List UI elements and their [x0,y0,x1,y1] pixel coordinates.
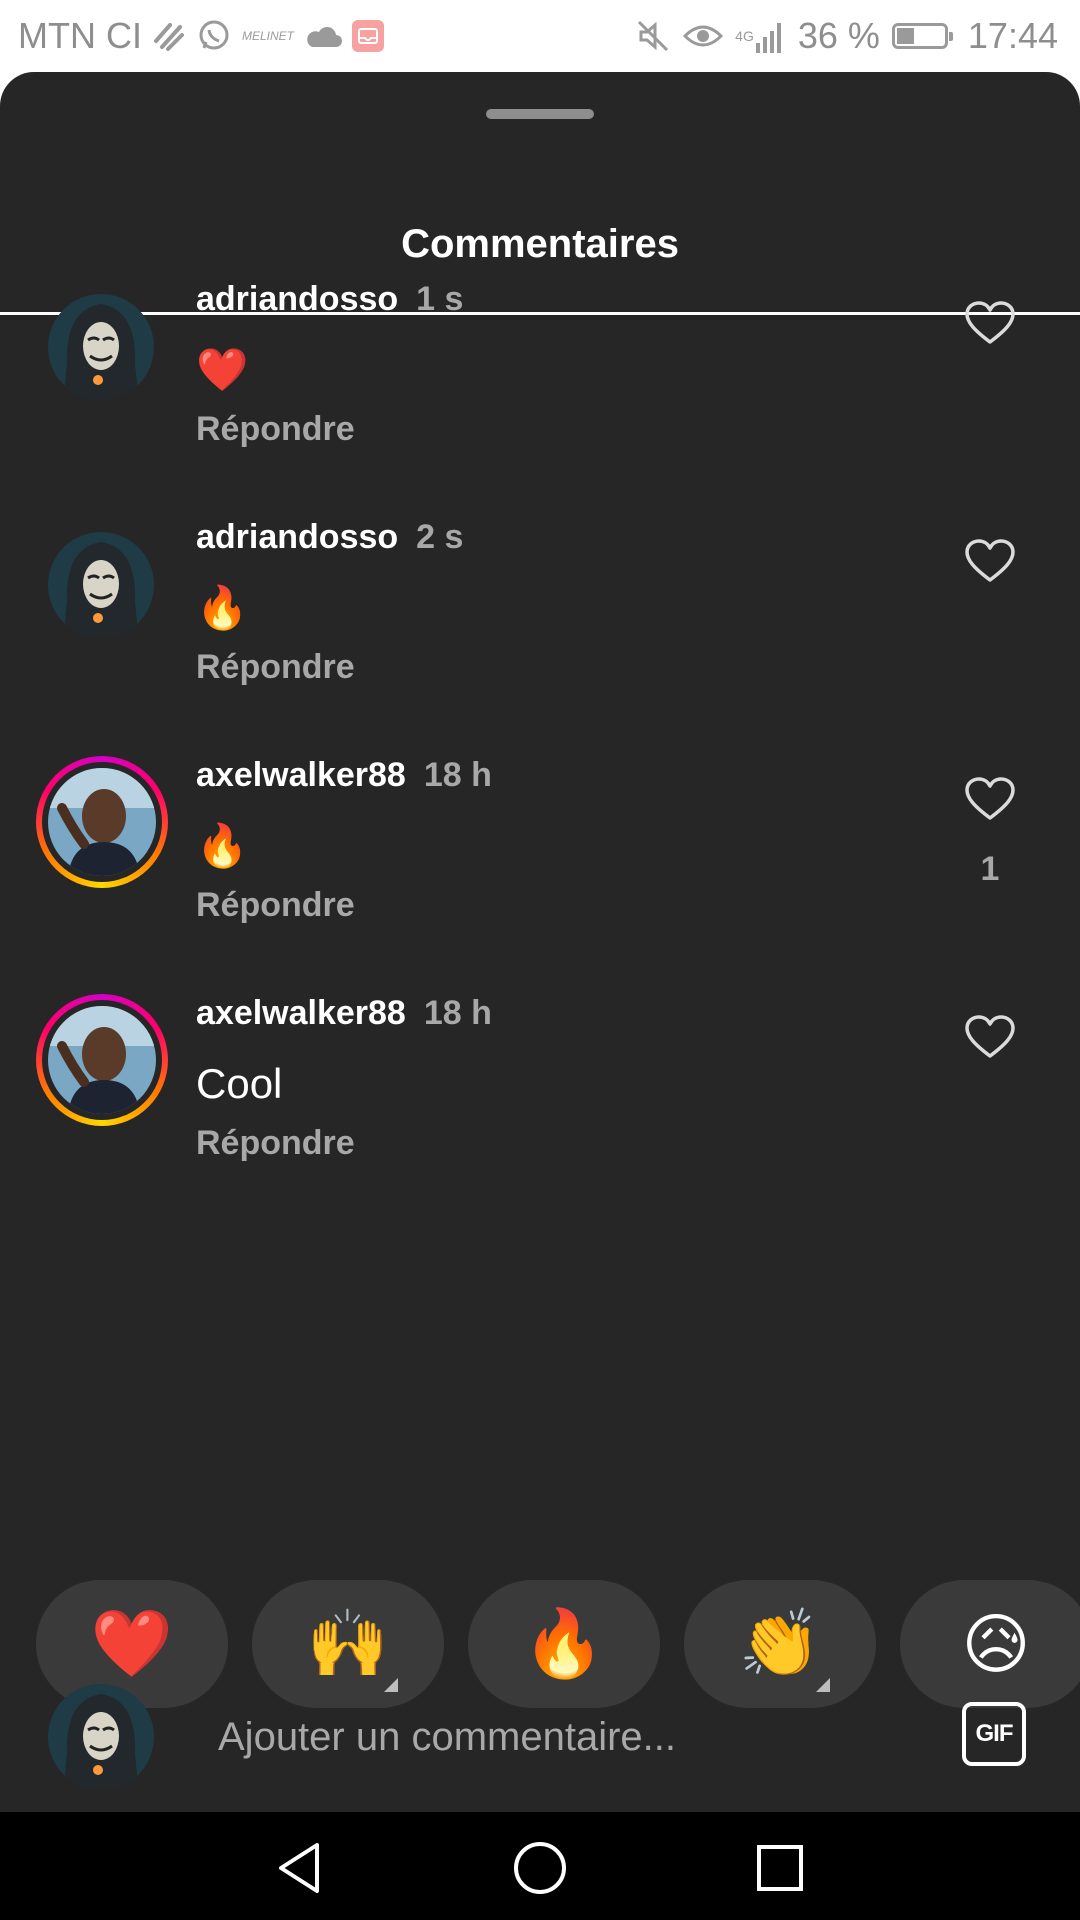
home-icon[interactable] [510,1838,570,1898]
drag-handle[interactable] [486,109,594,119]
signal-icon: 4G [735,19,786,53]
avatar-story-ring[interactable] [36,994,168,1126]
comment-timestamp: 18 h [423,994,492,1032]
comment-item: adriandosso 2 s 🔥 Répondre [0,518,1080,718]
battery-fill [896,28,914,44]
mute-icon [635,18,671,54]
comment-username[interactable]: axelwalker88 [196,756,406,794]
carrier-label: MTN CI [18,15,142,56]
comment-header: axelwalker88 18 h [196,756,492,795]
comment-username[interactable]: axelwalker88 [196,994,406,1032]
comment-header: adriandosso 1 s [196,280,463,319]
like-heart-icon[interactable] [964,776,1016,822]
comment-timestamp: 2 s [416,518,464,556]
comments-sheet: Commentaires adriandosso 1 s ❤️ Répondre adr… [0,72,1080,1812]
comment-header: axelwalker88 18 h [196,994,492,1033]
comment-username[interactable]: adriandosso [196,280,398,318]
avatar [48,1006,156,1114]
comment-text: Cool [196,1060,283,1107]
like-heart-icon[interactable] [964,538,1016,584]
clock: 17:44 [967,15,1058,56]
swirl-icon [152,19,186,53]
gif-button[interactable]: GIF [962,1702,1026,1766]
reply-button[interactable]: Répondre [196,410,355,449]
like-heart-icon[interactable] [964,300,1016,346]
status-bar: MTN CI MELINET 4G 36 % 17:44 [0,0,1080,72]
comment-timestamp: 18 h [423,756,492,794]
avatar[interactable] [48,294,154,400]
comment-text: 🔥 [196,584,249,631]
comment-item: axelwalker88 18 h Cool Répondre [0,994,1080,1194]
comment-composer: GIF [0,1672,1080,1812]
sheet-title: Commentaires [401,222,679,266]
like-count[interactable]: 1 [964,850,1016,889]
sad-face-emoji-icon: 😥 [961,1606,1031,1681]
reply-button[interactable]: Répondre [196,648,355,687]
battery-percent: 36 % [797,15,880,56]
avatar-story-ring[interactable] [36,756,168,888]
avatar[interactable] [48,532,154,638]
comment-text: ❤️ [196,346,249,393]
comment-username[interactable]: adriandosso [196,518,398,556]
back-icon[interactable] [270,1838,330,1898]
gallery-icon [352,20,384,52]
comment-item: adriandosso 1 s ❤️ Répondre [0,280,1080,480]
comment-text: 🔥 [196,822,249,869]
like-heart-icon[interactable] [964,1014,1016,1060]
comment-timestamp: 1 s [416,280,464,318]
app-icon: MELINET [241,29,294,43]
avatar [48,768,156,876]
whatsapp-icon [196,18,232,54]
eye-icon [683,21,724,51]
navigation-bar [0,1812,1080,1920]
recents-icon[interactable] [750,1838,810,1898]
comment-item: axelwalker88 18 h 🔥 Répondre 1 [0,756,1080,956]
current-user-avatar [48,1684,154,1790]
network-label: 4G [735,28,754,44]
reply-button[interactable]: Répondre [196,1124,355,1163]
comment-header: adriandosso 2 s [196,518,463,557]
cloud-icon [304,23,342,49]
comment-input[interactable] [216,1696,920,1778]
battery-icon [891,23,953,49]
reply-button[interactable]: Répondre [196,886,355,925]
